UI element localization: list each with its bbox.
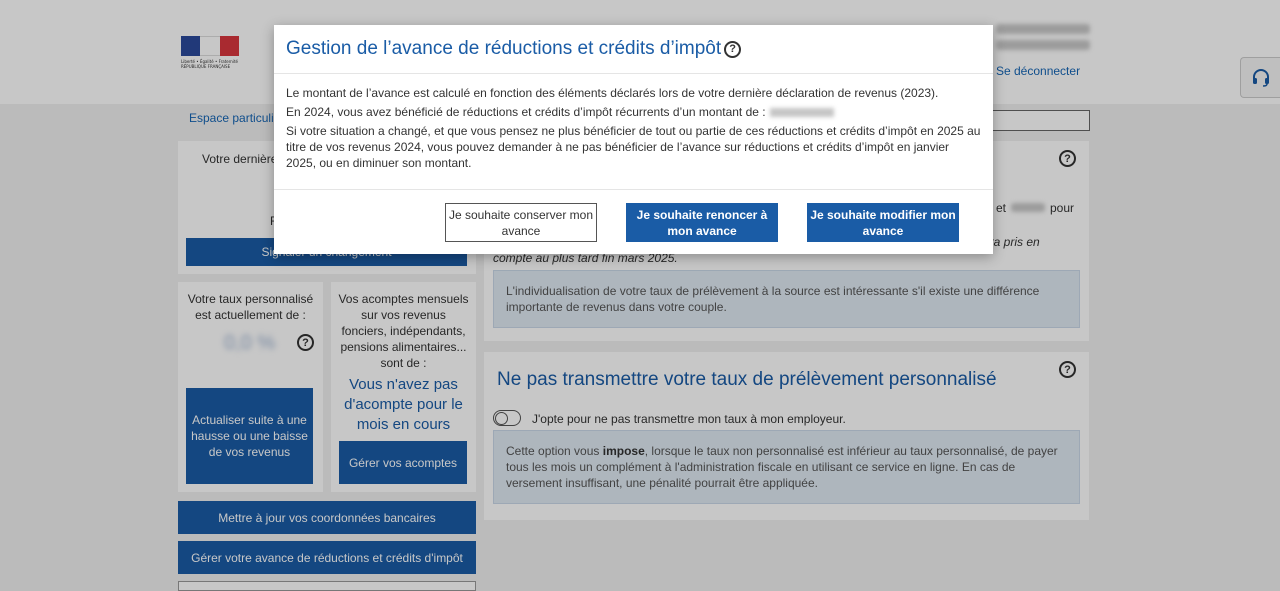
modal-paragraph-3: Si votre situation a changé, et que vous…	[286, 124, 981, 170]
modify-advance-button[interactable]: Je souhaite modifier mon avance	[807, 203, 959, 242]
renounce-advance-button[interactable]: Je souhaite renoncer à mon avance	[626, 203, 778, 242]
keep-advance-button[interactable]: Je souhaite conserver mon avance	[445, 203, 597, 242]
modal-header: Gestion de l’avance de réductions et cré…	[274, 25, 993, 74]
modal-title: Gestion de l’avance de réductions et cré…	[286, 38, 722, 59]
modal-footer: Je souhaite conserver mon avance Je souh…	[274, 190, 993, 253]
modal-body: Le montant de l’avance est calculé en fo…	[274, 74, 993, 190]
modal-paragraph-2: En 2024, vous avez bénéficié de réductio…	[286, 104, 981, 120]
modal-paragraph-1: Le montant de l’avance est calculé en fo…	[286, 86, 939, 100]
modal-help-icon[interactable]: ?	[724, 40, 742, 58]
advance-management-modal: Gestion de l’avance de réductions et cré…	[274, 25, 993, 254]
amount-redacted	[769, 108, 834, 118]
